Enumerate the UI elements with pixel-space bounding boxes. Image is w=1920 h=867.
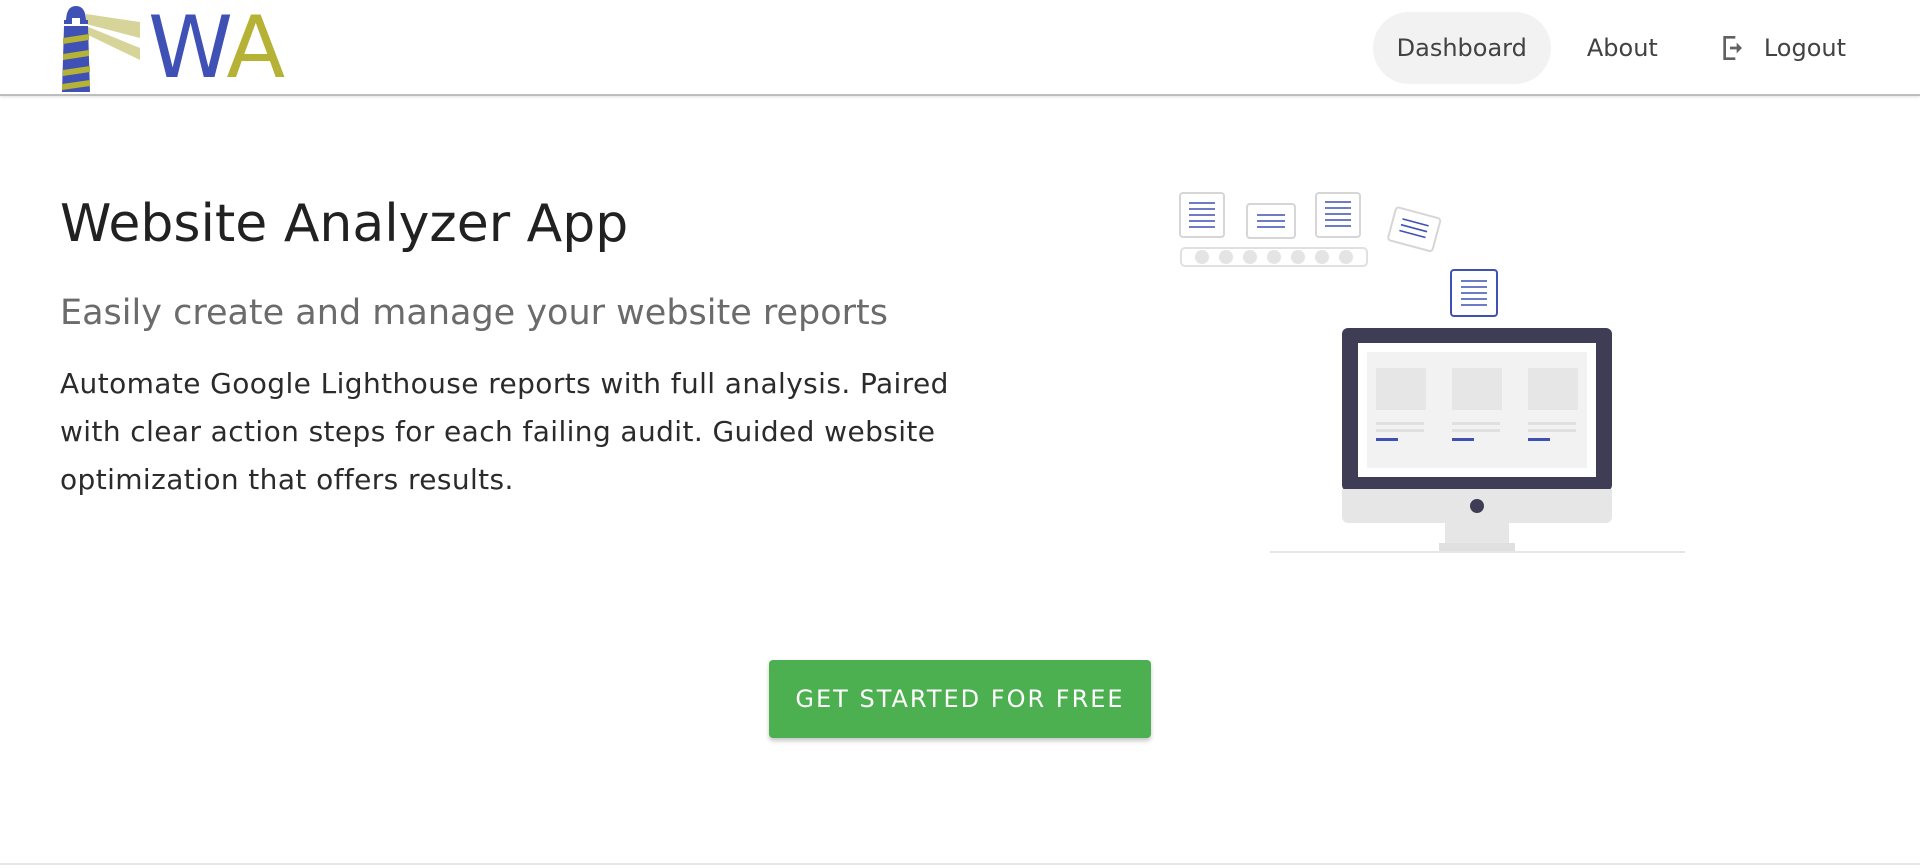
page-subtitle: Easily create and manage your website re… <box>60 293 889 333</box>
page-title: Website Analyzer App <box>60 194 629 254</box>
document-icon <box>1315 192 1361 238</box>
logout-icon <box>1718 32 1750 64</box>
nav-dashboard-button[interactable]: Dashboard <box>1372 12 1551 84</box>
logo-letter-a: A <box>226 0 285 98</box>
page-description: Automate Google Lighthouse reports with … <box>60 367 949 496</box>
footer-divider <box>0 863 1920 865</box>
nav-logout-label: Logout <box>1763 34 1846 62</box>
main-nav: Dashboard About Logout <box>1372 12 1870 84</box>
reports-monitor-illustration <box>1175 188 1695 558</box>
get-started-button[interactable]: GET STARTED FOR FREE <box>769 660 1151 738</box>
document-icon <box>1450 269 1498 317</box>
document-icon <box>1246 203 1296 239</box>
conveyor-belt <box>1180 247 1368 267</box>
logo-letter-w: W <box>148 0 228 98</box>
nav-about-label: About <box>1586 34 1658 62</box>
lighthouse-icon <box>62 6 140 92</box>
app-logo[interactable]: WA <box>58 2 298 94</box>
logo-wordmark: WA <box>148 2 285 94</box>
document-icon <box>1179 192 1225 238</box>
document-icon <box>1387 206 1442 252</box>
nav-about-button[interactable]: About <box>1563 12 1682 84</box>
monitor-icon <box>1342 328 1612 553</box>
nav-dashboard-label: Dashboard <box>1396 34 1527 62</box>
nav-logout-button[interactable]: Logout <box>1694 12 1870 84</box>
top-app-bar: WA Dashboard About Logout <box>0 0 1920 96</box>
